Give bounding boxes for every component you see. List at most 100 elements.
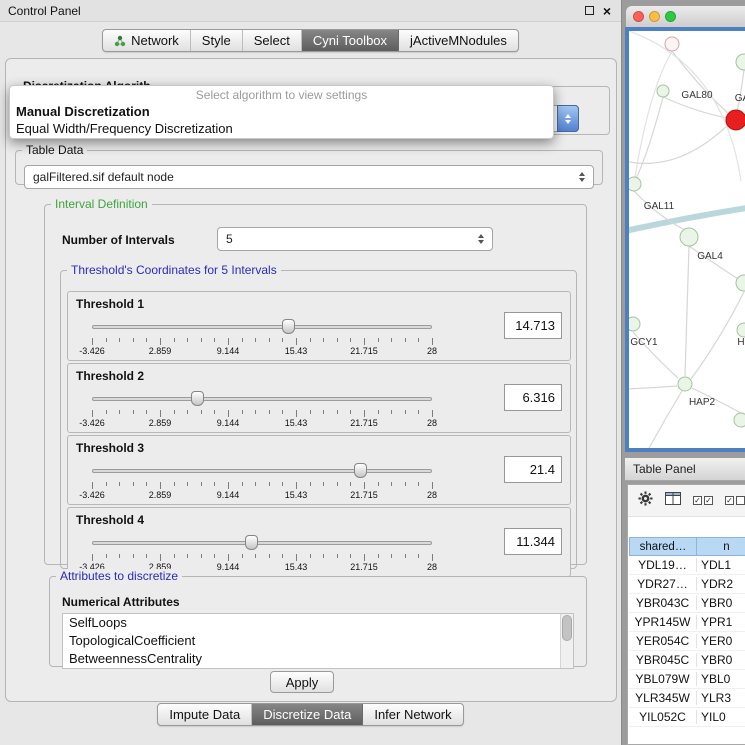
cell-name: YBL0 [697,672,745,686]
network-canvas[interactable]: GAL80GAGAL11GAL4GCY1HHAP2 [625,27,745,452]
list-item[interactable]: TopologicalCoefficient [63,632,559,650]
table-row[interactable]: YPR145WYPR1 [629,613,745,632]
network-edge[interactable] [635,51,672,177]
slider-thumb[interactable] [191,391,204,406]
table-row[interactable]: YLR345WYLR3 [629,689,745,708]
table-panel-titlebar[interactable]: Table Panel [625,457,745,481]
bottom-tab-impute-data[interactable]: Impute Data [158,704,252,725]
numerical-attributes-label: Numerical Attributes [62,595,180,609]
table-row[interactable]: YBR045CYBR0 [629,651,745,670]
network-node[interactable] [680,228,698,246]
network-node[interactable] [737,323,745,337]
table-row[interactable]: YDL19…YDL1 [629,556,745,575]
unselect-all-icon[interactable]: ✓ [725,496,745,505]
number-of-intervals-value: 5 [226,232,233,246]
float-window-icon[interactable] [585,6,594,15]
scrollbar-thumb[interactable] [562,615,572,641]
list-scrollbar[interactable] [560,614,573,668]
threshold-slider[interactable] [92,462,432,480]
threshold-value-field[interactable]: 21.4 [504,456,562,483]
stepper-icon[interactable] [474,234,492,244]
stepper-icon[interactable] [575,172,593,182]
slider-ticks [92,410,432,418]
network-edge[interactable] [691,292,744,379]
tab-cyni-toolbox[interactable]: Cyni Toolbox [302,30,399,51]
network-node[interactable] [736,275,745,291]
slider-thumb[interactable] [282,319,295,334]
table-data-label: Table Data [22,143,87,157]
network-node[interactable] [734,413,745,427]
table-row[interactable]: YIL052CYIL0 [629,708,745,727]
tab-jactivemnodules[interactable]: jActiveMNodules [399,30,518,51]
table-row[interactable]: YDR27…YDR2 [629,575,745,594]
popup-item[interactable]: Manual Discretization [10,103,553,120]
column-header-shared-name[interactable]: shared… [629,537,697,556]
scale-label: 21.715 [350,346,378,356]
threshold-label: Threshold 3 [76,441,144,455]
apply-button[interactable]: Apply [270,671,334,693]
cell-shared-name: YDR27… [629,577,697,591]
network-node[interactable] [629,177,641,191]
network-node[interactable] [657,85,669,97]
columns-icon[interactable] [665,492,681,510]
slider-track [92,397,432,401]
network-node[interactable] [736,54,745,70]
bottom-tab-discretize-data[interactable]: Discretize Data [252,704,363,725]
tab-network[interactable]: Network [103,30,191,51]
network-edge[interactable] [685,246,689,376]
scale-label: 21.715 [350,418,378,428]
list-item[interactable]: BetweennessCentrality [63,650,559,668]
threshold-slider[interactable] [92,534,432,552]
network-node[interactable] [629,317,640,331]
threshold-box: Threshold 4-3.4262.8599.14415.4321.71528… [67,507,571,577]
bottom-tab-infer-network[interactable]: Infer Network [363,704,462,725]
zoom-traffic-light-icon[interactable] [665,11,676,22]
attributes-group: Attributes to discretize Numerical Attri… [49,569,587,667]
close-traffic-light-icon[interactable] [633,11,644,22]
network-node[interactable] [678,377,692,391]
network-node[interactable] [665,37,679,51]
network-node[interactable] [726,110,745,130]
threshold-value-field[interactable]: 6.316 [504,384,562,411]
number-of-intervals-select[interactable]: 5 [217,227,493,251]
tab-select[interactable]: Select [243,30,302,51]
node-label: GAL4 [697,251,723,262]
scale-label: -3.426 [79,346,105,356]
scale-label: 2.859 [149,346,172,356]
slider-thumb[interactable] [354,463,367,478]
column-header-name[interactable]: n [697,537,745,556]
gear-icon[interactable] [638,491,653,511]
cell-shared-name: YPR145W [629,615,697,629]
select-all-icon[interactable]: ✓ ✓ [693,496,713,505]
threshold-box: Threshold 2-3.4262.8599.14415.4321.71528… [67,363,571,433]
node-label: HAP2 [689,397,716,408]
network-window-titlebar[interactable] [625,5,745,27]
table-panel: ✓ ✓ ✓ shared… n YDL19…YDL1YDR27…YDR2YBR0… [627,484,745,745]
minimize-traffic-light-icon[interactable] [649,11,660,22]
slider-ticks [92,338,432,346]
table-body: YDL19…YDL1YDR27…YDR2YBR043CYBR0YPR145WYP… [629,556,745,727]
slider-thumb[interactable] [245,535,258,550]
threshold-value-field[interactable]: 14.713 [504,312,562,339]
popup-item[interactable]: Equal Width/Frequency Discretization [10,120,553,137]
network-edge[interactable] [737,70,744,112]
close-icon[interactable]: × [603,4,611,18]
threshold-slider[interactable] [92,390,432,408]
table-row[interactable]: YBL079WYBL0 [629,670,745,689]
node-label: H [737,337,744,348]
tab-style[interactable]: Style [191,30,243,51]
table-data-select[interactable]: galFiltered.sif default node [24,165,594,189]
numerical-attributes-list: SelfLoopsTopologicalCoefficientBetweenne… [62,613,574,669]
cell-name: YER0 [697,634,745,648]
threshold-slider[interactable] [92,318,432,336]
network-icon [114,35,126,47]
threshold-value-field[interactable]: 11.344 [504,528,562,555]
network-edge[interactable] [629,386,677,389]
network-edge[interactable] [649,391,682,448]
scale-label: 15.43 [285,490,308,500]
table-row[interactable]: YER054CYER0 [629,632,745,651]
list-item[interactable]: SelfLoops [63,614,559,632]
cell-name: YDL1 [697,558,745,572]
combobox-arrows-icon[interactable] [557,105,579,132]
table-row[interactable]: YBR043CYBR0 [629,594,745,613]
